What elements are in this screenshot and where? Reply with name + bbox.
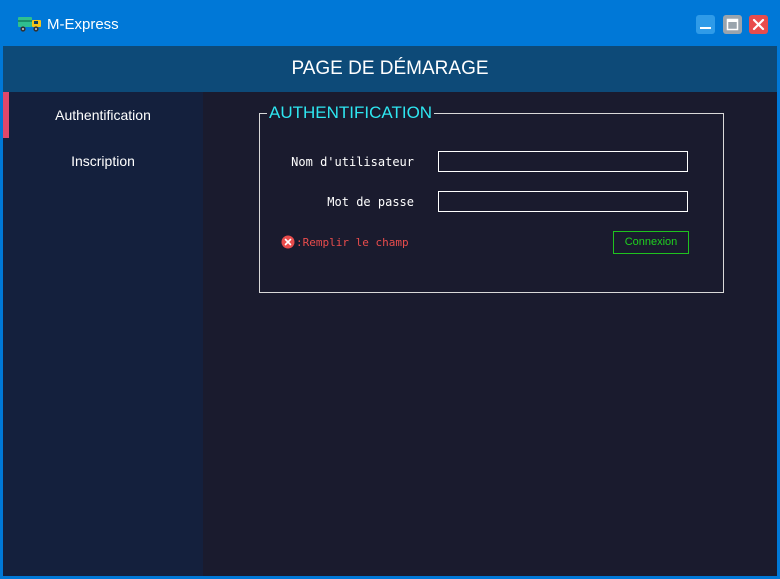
title-bar[interactable]: M-Express	[0, 0, 780, 46]
window-title: M-Express	[47, 16, 119, 33]
sidebar: Authentification Inscription	[3, 92, 203, 576]
sidebar-item-authentification[interactable]: Authentification	[3, 92, 203, 138]
page-header: PAGE DE DÉMARAGE	[3, 46, 777, 92]
sidebar-item-label: Authentification	[55, 107, 151, 123]
minimize-icon	[700, 27, 711, 29]
sidebar-item-label: Inscription	[71, 153, 135, 169]
groupbox-title: AUTHENTIFICATION	[267, 103, 435, 122]
username-field[interactable]	[438, 151, 688, 172]
close-button[interactable]	[749, 15, 768, 34]
main-panel: AUTHENTIFICATION Nom d'utilisateur Mot d…	[203, 92, 777, 576]
username-label: Nom d'utilisateur	[291, 155, 414, 169]
close-icon	[752, 18, 765, 31]
password-field[interactable]	[438, 191, 688, 212]
minimize-button[interactable]	[696, 15, 715, 34]
authentication-groupbox: AUTHENTIFICATION Nom d'utilisateur Mot d…	[259, 104, 724, 293]
error-circle-icon	[281, 235, 295, 249]
active-indicator	[3, 92, 9, 138]
app-window: M-Express PAGE DE DÉMARAGE Authentificat…	[0, 0, 780, 579]
error-message: :Remplir le champ	[296, 236, 409, 249]
sidebar-item-inscription[interactable]: Inscription	[3, 138, 203, 184]
truck-icon	[18, 15, 42, 33]
password-label: Mot de passe	[327, 195, 414, 209]
page-title: PAGE DE DÉMARAGE	[291, 58, 489, 79]
maximize-button[interactable]	[723, 15, 742, 34]
maximize-icon	[726, 18, 739, 31]
client-area: PAGE DE DÉMARAGE Authentification Inscri…	[3, 46, 777, 576]
connexion-button[interactable]: Connexion	[613, 231, 689, 254]
